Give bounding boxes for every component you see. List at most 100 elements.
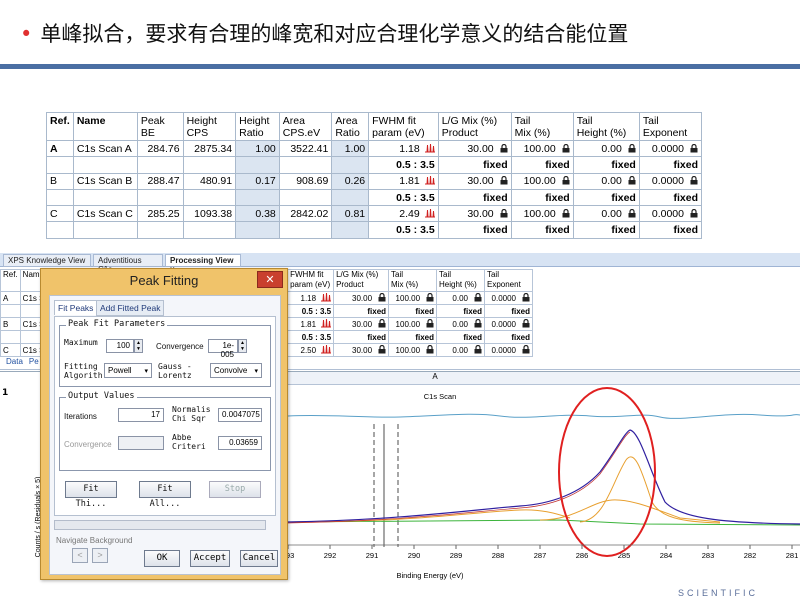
- p-tail-height[interactable]: fixed: [436, 330, 485, 344]
- lock-icon[interactable]: [420, 293, 434, 303]
- row-area[interactable]: 2842.02: [278, 205, 333, 223]
- row-area[interactable]: 908.69: [278, 172, 333, 190]
- row-fwhm-range[interactable]: 0.5 : 3.5: [368, 221, 439, 239]
- p-tail-height[interactable]: fixed: [436, 304, 485, 318]
- row-tail-height[interactable]: 0.00: [572, 139, 640, 158]
- p-lg[interactable]: fixed: [333, 330, 390, 344]
- p-tail-mix[interactable]: 100.00: [388, 317, 438, 331]
- convergence-input[interactable]: 1e-005: [208, 339, 238, 359]
- lock-icon[interactable]: [420, 319, 434, 329]
- tab-data[interactable]: Data: [6, 357, 23, 366]
- row-fixed[interactable]: fixed: [437, 221, 512, 239]
- row-lg[interactable]: 30.00: [437, 205, 512, 223]
- lock-icon[interactable]: [622, 143, 636, 155]
- row-fixed[interactable]: fixed: [572, 156, 640, 174]
- row-fwhm-range[interactable]: 0.5 : 3.5: [368, 156, 439, 174]
- lock-icon[interactable]: [516, 293, 530, 303]
- p-fwhm[interactable]: 0.5 : 3.5: [287, 330, 335, 344]
- row-peak-be[interactable]: 285.25: [136, 205, 184, 223]
- row-tail-exp[interactable]: 0.0000: [638, 172, 703, 190]
- row-tail-height[interactable]: 0.00: [572, 205, 640, 223]
- row-fixed[interactable]: fixed: [510, 221, 574, 239]
- row-fwhm-range[interactable]: 0.5 : 3.5: [368, 188, 439, 207]
- row-name[interactable]: C1s Scan A: [72, 139, 138, 158]
- lock-icon[interactable]: [516, 345, 530, 355]
- row-tail-mix[interactable]: 100.00: [510, 139, 574, 158]
- p-tail-height[interactable]: 0.00: [436, 343, 485, 357]
- stop-button[interactable]: Stop: [209, 481, 261, 498]
- row-fwhm[interactable]: 1.81: [368, 172, 439, 190]
- tab-xps-knowledge-view[interactable]: XPS Knowledge View: [3, 254, 91, 267]
- row-peak-be[interactable]: 284.76: [136, 139, 184, 158]
- p-tail-mix[interactable]: fixed: [388, 304, 438, 318]
- tab-adventitious-c1s[interactable]: Adventitious C1s: [93, 254, 163, 274]
- close-icon[interactable]: ✕: [257, 271, 283, 288]
- row-lg[interactable]: 30.00: [437, 172, 512, 190]
- lock-icon[interactable]: [372, 345, 386, 355]
- tab-processing-view[interactable]: Processing View ×: [165, 254, 241, 274]
- nav-prev-button[interactable]: <: [72, 548, 88, 563]
- fitting-algorithm-select[interactable]: Powell ▾: [104, 363, 152, 378]
- row-tail-mix[interactable]: 100.00: [510, 172, 574, 190]
- row-fwhm[interactable]: 2.49: [368, 205, 439, 223]
- p-tail-height[interactable]: 0.00: [436, 317, 485, 331]
- maximum-spinner[interactable]: ▲ ▼: [134, 339, 143, 353]
- row-name[interactable]: C1s Scan C: [72, 205, 138, 223]
- p-fwhm[interactable]: 1.18: [287, 291, 335, 305]
- row-fixed[interactable]: fixed: [437, 156, 512, 174]
- p-tail-exp[interactable]: 0.0000: [483, 291, 534, 305]
- p-tail-height[interactable]: 0.00: [436, 291, 485, 305]
- row-tail-exp[interactable]: 0.0000: [638, 205, 703, 223]
- p-tail-exp[interactable]: fixed: [483, 330, 534, 344]
- lock-icon[interactable]: [684, 175, 698, 187]
- lock-icon[interactable]: [372, 319, 386, 329]
- fit-this-button[interactable]: Fit Thi...: [65, 481, 117, 509]
- p-tail-exp[interactable]: 0.0000: [483, 317, 534, 331]
- row-fixed[interactable]: fixed: [638, 156, 703, 174]
- row-fixed[interactable]: fixed: [572, 188, 640, 207]
- row-lg[interactable]: 30.00: [437, 139, 512, 158]
- row-tail-mix[interactable]: 100.00: [510, 205, 574, 223]
- tab-pe[interactable]: Pe: [29, 357, 39, 366]
- lock-icon[interactable]: [494, 175, 508, 187]
- p-lg[interactable]: 30.00: [333, 317, 390, 331]
- p-fwhm[interactable]: 0.5 : 3.5: [287, 304, 335, 318]
- lock-icon[interactable]: [684, 208, 698, 220]
- lock-icon[interactable]: [556, 175, 570, 187]
- row-area[interactable]: 3522.41: [278, 139, 333, 158]
- gauss-lorentz-select[interactable]: Convolve ▾: [210, 363, 262, 378]
- lock-icon[interactable]: [468, 293, 482, 303]
- p-tail-exp[interactable]: fixed: [483, 304, 534, 318]
- row-tail-height[interactable]: 0.00: [572, 172, 640, 190]
- maximum-input[interactable]: 100: [106, 339, 134, 353]
- fit-all-button[interactable]: Fit All...: [139, 481, 191, 509]
- accept-button[interactable]: Accept: [190, 550, 230, 567]
- lock-icon[interactable]: [556, 208, 570, 220]
- ok-button[interactable]: OK: [144, 550, 180, 567]
- lock-icon[interactable]: [494, 208, 508, 220]
- convergence-spinner[interactable]: ▲ ▼: [238, 339, 247, 353]
- row-fixed[interactable]: fixed: [638, 188, 703, 207]
- p-tail-exp[interactable]: 0.0000: [483, 343, 534, 357]
- tab-add-fitted-peak[interactable]: Add Fitted Peak: [96, 300, 165, 316]
- p-fwhm[interactable]: 2.50: [287, 343, 335, 357]
- tab-fit-peaks[interactable]: Fit Peaks: [54, 300, 98, 315]
- row-tail-exp[interactable]: 0.0000: [638, 139, 703, 158]
- lock-icon[interactable]: [516, 319, 530, 329]
- cancel-button[interactable]: Cancel: [240, 550, 278, 567]
- lock-icon[interactable]: [622, 175, 636, 187]
- lock-icon[interactable]: [622, 208, 636, 220]
- lock-icon[interactable]: [494, 143, 508, 155]
- p-tail-mix[interactable]: 100.00: [388, 343, 438, 357]
- p-lg[interactable]: 30.00: [333, 291, 390, 305]
- p-tail-mix[interactable]: 100.00: [388, 291, 438, 305]
- row-fwhm[interactable]: 1.18: [368, 139, 439, 158]
- lock-icon[interactable]: [468, 319, 482, 329]
- row-peak-be[interactable]: 288.47: [136, 172, 184, 190]
- row-fixed[interactable]: fixed: [638, 221, 703, 239]
- p-tail-mix[interactable]: fixed: [388, 330, 438, 344]
- row-fixed[interactable]: fixed: [437, 188, 512, 207]
- row-name[interactable]: C1s Scan B: [72, 172, 138, 190]
- lock-icon[interactable]: [684, 143, 698, 155]
- nav-next-button[interactable]: >: [92, 548, 108, 563]
